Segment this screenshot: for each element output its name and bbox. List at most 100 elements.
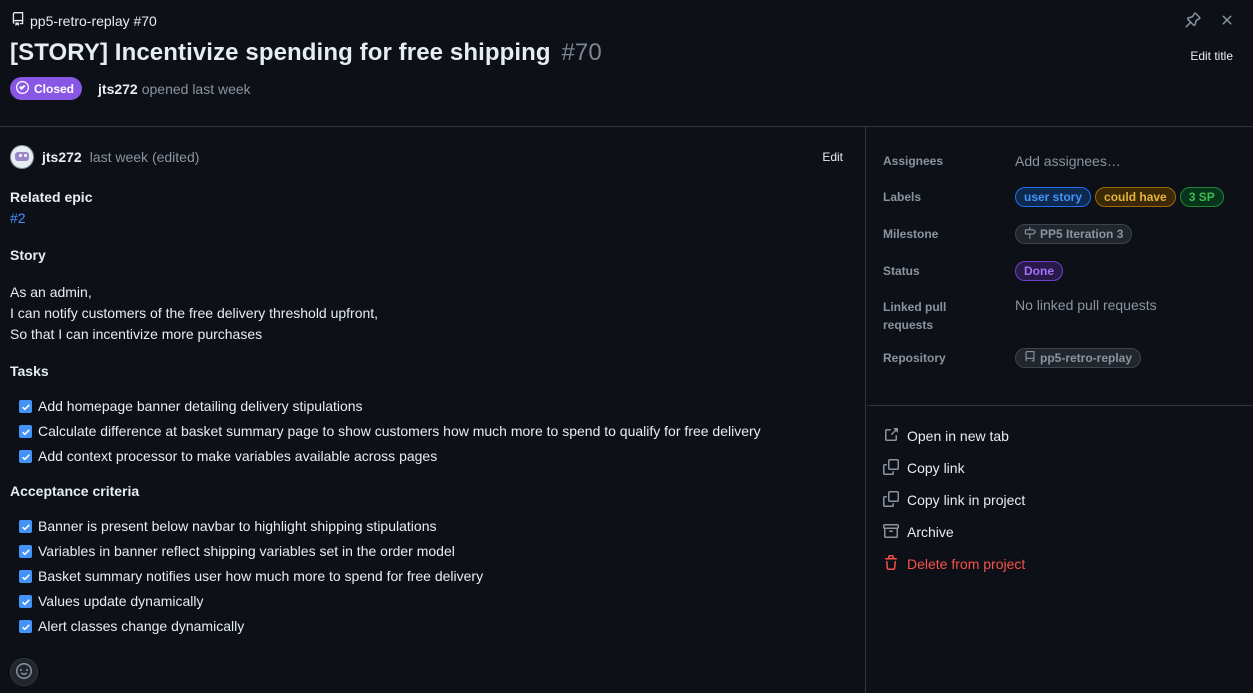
repo-icon xyxy=(11,12,25,29)
milestone-label: Milestone xyxy=(883,227,939,241)
acceptance-text: Banner is present below navbar to highli… xyxy=(38,518,437,534)
story-line: As an admin, xyxy=(10,284,92,300)
acceptance-item: Values update dynamically xyxy=(10,589,855,614)
linked-pr-label: Linked pull requests xyxy=(883,300,947,332)
label-user-story[interactable]: user story xyxy=(1015,187,1092,207)
status-field: Status Done xyxy=(883,261,1243,281)
labels-label: Labels xyxy=(883,190,922,204)
sidebar-divider xyxy=(867,405,1253,406)
close-icon[interactable] xyxy=(1219,12,1235,28)
repo-icon xyxy=(1024,350,1036,366)
acceptance-text: Basket summary notifies user how much mo… xyxy=(38,568,484,584)
copy-icon xyxy=(883,490,907,510)
acceptance-item: Basket summary notifies user how much mo… xyxy=(10,564,855,589)
comment-time[interactable]: last week (edited) xyxy=(90,149,200,165)
linked-pr-field: Linked pull requests No linked pull requ… xyxy=(883,297,1243,334)
milestone-icon xyxy=(1024,226,1036,242)
item-actions: Open in new tab Copy link Copy link in p… xyxy=(882,420,1025,580)
related-epic-link[interactable]: #2 xyxy=(10,210,26,226)
smiley-icon xyxy=(16,662,32,682)
task-checkbox[interactable] xyxy=(19,425,32,438)
related-epic-heading: Related epic xyxy=(10,189,93,205)
linked-pr-value: No linked pull requests xyxy=(1015,297,1157,313)
task-text: Calculate difference at basket summary p… xyxy=(38,423,761,439)
action-label: Archive xyxy=(907,524,954,540)
task-list: Add homepage banner detailing delivery s… xyxy=(10,394,855,469)
acceptance-heading: Acceptance criteria xyxy=(10,483,140,499)
acceptance-item: Banner is present below navbar to highli… xyxy=(10,514,855,539)
repository-pill[interactable]: pp5-retro-replay xyxy=(1015,348,1142,368)
repository-value: pp5-retro-replay xyxy=(1040,351,1133,365)
acceptance-text: Alert classes change dynamically xyxy=(38,618,245,634)
task-text: Add homepage banner detailing delivery s… xyxy=(38,398,363,414)
acceptance-checkbox[interactable] xyxy=(19,595,32,608)
acceptance-list: Banner is present below navbar to highli… xyxy=(10,514,855,639)
task-checkbox[interactable] xyxy=(19,450,32,463)
trash-icon xyxy=(883,554,907,574)
issue-meta: Closed jts272 opened last week xyxy=(10,77,251,100)
comment-header: jts272 last week (edited) Edit xyxy=(10,145,855,169)
repository-field: Repository pp5-retro-replay xyxy=(883,348,1243,368)
status-badge[interactable]: Done xyxy=(1015,261,1063,281)
open-in-new-tab-action[interactable]: Open in new tab xyxy=(883,420,1025,452)
labels-field: Labels user story could have 3 SP xyxy=(883,187,1243,207)
repo-reference-text: pp5-retro-replay #70 xyxy=(30,12,157,29)
archive-action[interactable]: Archive xyxy=(882,516,1025,548)
milestone-field: Milestone PP5 Iteration 3 xyxy=(883,224,1243,244)
story-text: As an admin, I can notify customers of t… xyxy=(10,282,855,345)
edit-comment-button[interactable]: Edit xyxy=(822,150,843,164)
delete-from-project-action[interactable]: Delete from project xyxy=(883,548,1025,580)
milestone-pill[interactable]: PP5 Iteration 3 xyxy=(1015,224,1133,244)
action-label: Open in new tab xyxy=(907,428,1009,444)
task-item: Add context processor to make variables … xyxy=(10,444,855,469)
copy-link-in-project-action[interactable]: Copy link in project xyxy=(883,484,1025,516)
repo-reference[interactable]: pp5-retro-replay #70 xyxy=(11,12,157,29)
acceptance-checkbox[interactable] xyxy=(19,520,32,533)
story-line: I can notify customers of the free deliv… xyxy=(10,305,379,321)
issue-number: #70 xyxy=(561,39,602,66)
tasks-heading: Tasks xyxy=(10,363,49,379)
add-assignees-button[interactable]: Add assignees… xyxy=(1015,151,1121,170)
action-label: Delete from project xyxy=(907,556,1026,572)
action-label: Copy link in project xyxy=(907,492,1026,508)
opened-text: opened last week xyxy=(141,80,251,97)
task-checkbox[interactable] xyxy=(19,400,32,413)
state-badge: Closed xyxy=(10,77,83,100)
issue-header: pp5-retro-replay #70 [STORY] Incentivize… xyxy=(0,0,1253,127)
acceptance-text: Values update dynamically xyxy=(38,593,204,609)
copy-link-action[interactable]: Copy link xyxy=(883,452,1025,484)
acceptance-checkbox[interactable] xyxy=(19,545,32,558)
status-label: Status xyxy=(883,264,920,278)
acceptance-text: Variables in banner reflect shipping var… xyxy=(38,543,455,559)
copy-icon xyxy=(883,458,907,478)
comment-body: Related epic #2 Story As an admin, I can… xyxy=(10,187,855,639)
repository-label: Repository xyxy=(883,351,946,365)
task-text: Add context processor to make variables … xyxy=(38,448,438,464)
assignees-label: Assignees xyxy=(883,154,944,168)
task-item: Calculate difference at basket summary p… xyxy=(10,419,855,444)
labels-list[interactable]: user story could have 3 SP xyxy=(1015,187,1224,207)
acceptance-checkbox[interactable] xyxy=(19,570,32,583)
issue-sidebar: Assignees Add assignees… Labels user sto… xyxy=(867,127,1253,693)
add-reaction-button[interactable] xyxy=(10,658,38,686)
acceptance-item: Alert classes change dynamically xyxy=(10,614,855,639)
story-line: So that I can incentivize more purchases xyxy=(10,326,263,342)
issue-body-panel: jts272 last week (edited) Edit Related e… xyxy=(0,127,866,693)
issue-title: [STORY] Incentivize spending for free sh… xyxy=(10,39,602,67)
edit-title-button[interactable]: Edit title xyxy=(1190,49,1233,63)
label-could-have[interactable]: could have xyxy=(1095,187,1176,207)
label-story-points[interactable]: 3 SP xyxy=(1179,187,1224,207)
comment-author[interactable]: jts272 xyxy=(42,149,82,165)
acceptance-checkbox[interactable] xyxy=(19,620,32,633)
assignees-field: Assignees Add assignees… xyxy=(883,151,1243,170)
archive-icon xyxy=(882,523,907,542)
task-item: Add homepage banner detailing delivery s… xyxy=(10,394,855,419)
state-badge-label: Closed xyxy=(34,81,75,96)
acceptance-item: Variables in banner reflect shipping var… xyxy=(10,539,855,564)
story-heading: Story xyxy=(10,247,46,263)
issue-author[interactable]: jts272 xyxy=(98,81,138,97)
milestone-value: PP5 Iteration 3 xyxy=(1040,227,1124,241)
avatar[interactable] xyxy=(10,145,34,169)
action-label: Copy link xyxy=(907,460,965,476)
pin-icon[interactable] xyxy=(1185,12,1201,28)
